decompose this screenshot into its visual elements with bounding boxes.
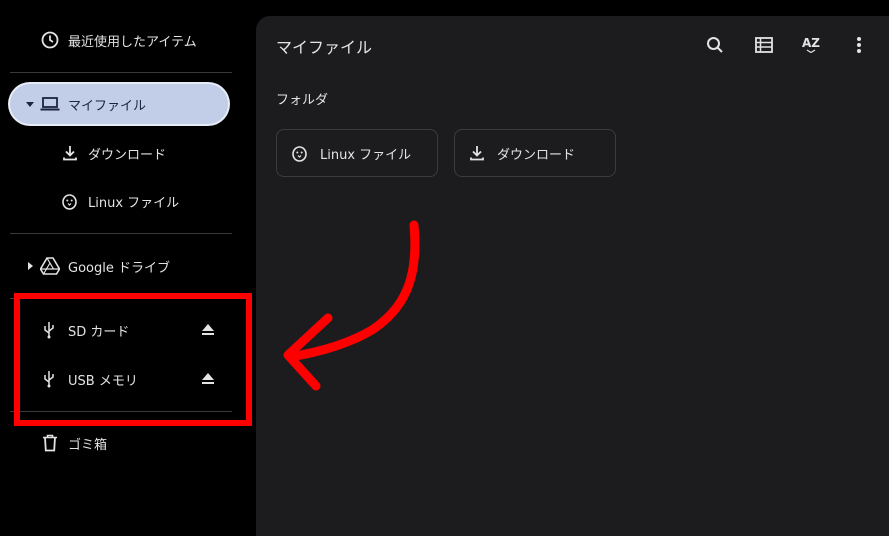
sidebar-item-label: Linux ファイル (88, 195, 180, 211)
download-icon (63, 146, 77, 161)
page-title: マイファイル (276, 38, 373, 57)
sidebar-item-linux-files[interactable]: Linux ファイル (61, 191, 179, 211)
sidebar-item-trash[interactable]: ゴミ箱 (42, 433, 107, 453)
folder-tile-linux-files[interactable]: Linux ファイル (276, 129, 438, 177)
clock-icon (41, 31, 59, 49)
triangle-right-icon (28, 262, 33, 270)
sidebar-item-label: Google ドライブ (68, 260, 170, 276)
search-icon (707, 37, 723, 53)
laptop-icon (40, 97, 60, 111)
sidebar-item-label: ダウンロード (88, 147, 167, 163)
sidebar-item-label: ゴミ箱 (68, 437, 108, 453)
sidebar-item-recent[interactable]: 最近使用したアイテム (40, 30, 197, 50)
trash-icon (43, 434, 57, 452)
download-icon (470, 146, 484, 161)
more-vert-icon (857, 37, 861, 53)
google-drive-icon (40, 257, 60, 275)
linux-penguin-icon (62, 193, 77, 210)
sidebar-item-my-files[interactable]: マイファイル (10, 84, 228, 124)
folder-tile-downloads[interactable]: ダウンロード (454, 129, 616, 177)
more-options-button[interactable] (848, 34, 870, 56)
sort-az-icon: AZ (802, 36, 820, 50)
sidebar-item-google-drive[interactable]: Google ドライブ (25, 256, 170, 276)
sidebar: 最近使用したアイテム マイファイル ダウンロード Linux ファイル Goog… (0, 0, 252, 536)
search-button[interactable] (704, 34, 726, 56)
sidebar-item-downloads[interactable]: ダウンロード (62, 143, 166, 163)
folder-label: ダウンロード (497, 147, 576, 163)
section-label-folders: フォルダ (276, 93, 329, 108)
divider (10, 72, 232, 73)
annotation-highlight-box (14, 293, 252, 426)
sort-arrow-icon (806, 49, 816, 53)
divider (10, 233, 232, 234)
sidebar-item-label: 最近使用したアイテム (68, 34, 197, 50)
main-panel: マイファイル AZ フォルダ Linux ファイル ダウンロード (256, 16, 889, 536)
sort-button[interactable]: AZ (800, 34, 822, 56)
list-view-button[interactable] (753, 34, 775, 56)
sidebar-item-label: マイファイル (68, 98, 147, 114)
list-view-icon (755, 37, 773, 53)
linux-penguin-icon (292, 145, 307, 162)
triangle-down-icon (26, 102, 34, 107)
folder-label: Linux ファイル (320, 147, 412, 163)
